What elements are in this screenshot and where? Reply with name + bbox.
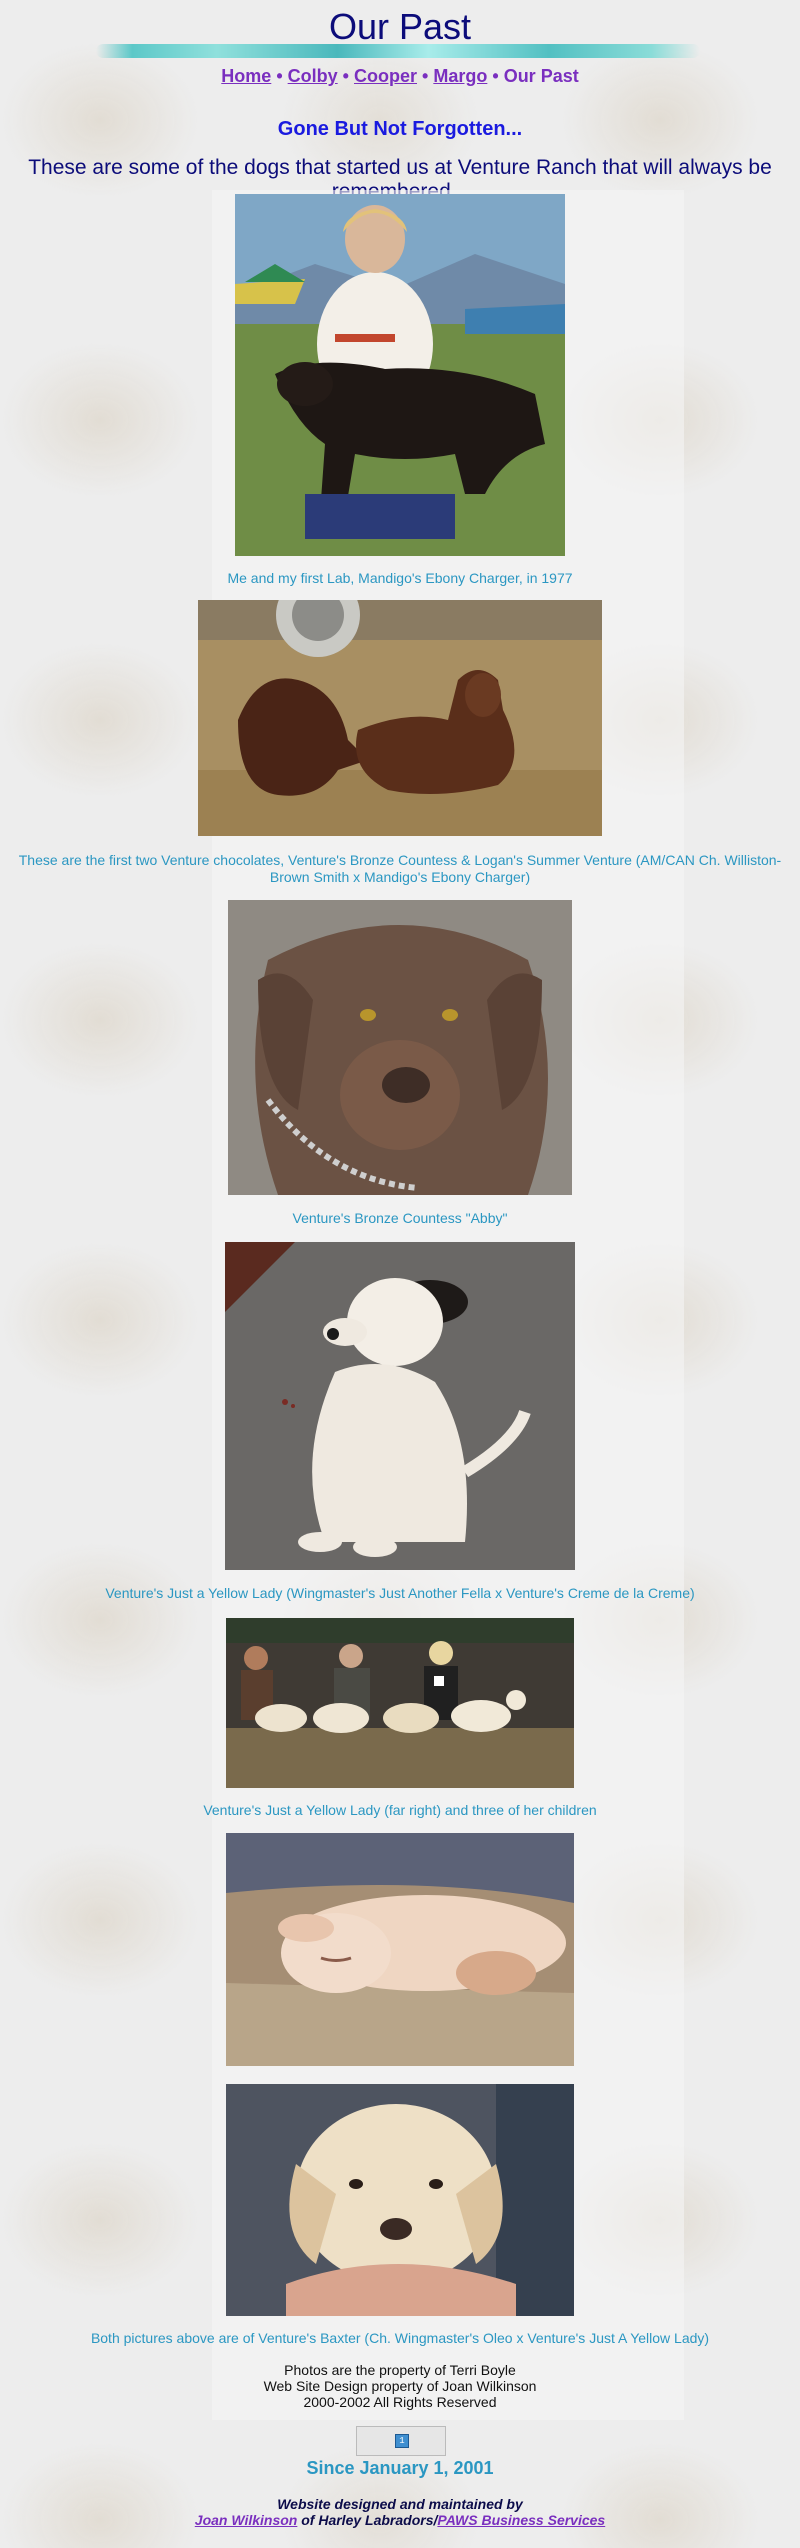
- nav-separator: •: [492, 66, 499, 86]
- nav-link-cooper[interactable]: Cooper: [354, 66, 417, 86]
- photo-yellow-puppy-closeup: [226, 2084, 574, 2316]
- credits-line: Photos are the property of Terri Boyle: [284, 2362, 516, 2378]
- nav-separator: •: [422, 66, 429, 86]
- decorative-divider: [96, 44, 700, 58]
- photo-sleeping-yellow-puppy: [226, 1833, 574, 2066]
- hit-counter-digit: 1: [395, 2434, 409, 2448]
- business-link[interactable]: PAWS Business Services: [437, 2512, 605, 2528]
- designer-link[interactable]: Joan Wilkinson: [195, 2512, 298, 2528]
- photo-caption: Venture's Just a Yellow Lady (far right)…: [203, 1802, 597, 1818]
- section-heading: Gone But Not Forgotten...: [277, 118, 523, 140]
- nav-separator: •: [276, 66, 283, 86]
- photo-caption: Me and my first Lab, Mandigo's Ebony Cha…: [227, 570, 573, 586]
- hit-counter: 1: [356, 2426, 446, 2456]
- since-date: Since January 1, 2001: [306, 2458, 494, 2478]
- credits-line: 2000-2002 All Rights Reserved: [303, 2394, 497, 2410]
- nav-link-colby[interactable]: Colby: [288, 66, 338, 86]
- photo-yellow-lab-family-group: [226, 1618, 574, 1788]
- page-title: Our Past: [328, 6, 472, 47]
- designed-by-text: Website designed and maintained by: [277, 2496, 523, 2512]
- nav-current-page: Our Past: [503, 66, 579, 86]
- nav-link-home[interactable]: Home: [221, 66, 271, 86]
- nav-separator: •: [342, 66, 349, 86]
- site-footer: Website designed and maintained by Joan …: [0, 2496, 800, 2528]
- footer-company-text: of Harley Labradors/: [301, 2512, 438, 2528]
- photo-caption: Both pictures above are of Venture's Bax…: [90, 2330, 710, 2346]
- credits-line: Web Site Design property of Joan Wilkins…: [263, 2378, 537, 2394]
- photo-caption: Venture's Bronze Countess "Abby": [292, 1210, 508, 1226]
- photo-yellow-lab-puppy-sitting: [225, 1242, 575, 1570]
- photo-chocolate-lab-portrait: [228, 900, 572, 1195]
- photo-caption: These are the first two Venture chocolat…: [18, 852, 782, 885]
- nav-bar: Home • Colby • Cooper • Margo • Our Past: [0, 66, 800, 87]
- photo-credits: Photos are the property of Terri Boyle W…: [0, 2362, 800, 2410]
- photo-woman-with-black-lab: [235, 194, 565, 556]
- photo-caption: Venture's Just a Yellow Lady (Wingmaster…: [105, 1585, 695, 1601]
- nav-link-margo[interactable]: Margo: [433, 66, 487, 86]
- photo-two-chocolate-labs: [198, 600, 602, 836]
